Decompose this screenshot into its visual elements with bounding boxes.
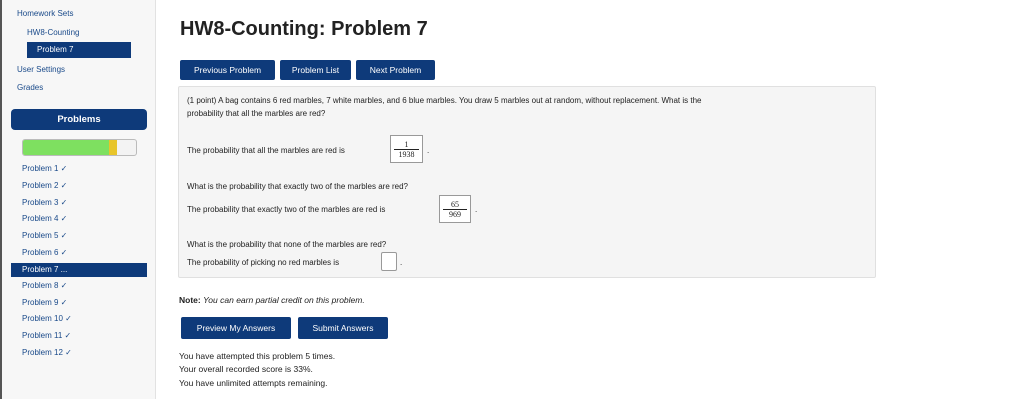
progress-bar [22, 139, 137, 156]
note-text: You can earn partial credit on this prob… [203, 295, 365, 305]
problems-header: Problems [11, 109, 147, 130]
user-settings-link[interactable]: User Settings [17, 65, 65, 74]
q2-question: What is the probability that exactly two… [187, 182, 408, 191]
problem-link-9[interactable]: Problem 9 ✓ [22, 298, 67, 307]
problem-link-2[interactable]: Problem 2 ✓ [22, 181, 67, 190]
q3-answer-input[interactable] [381, 252, 397, 271]
set-link-hw8-counting[interactable]: HW8-Counting [27, 28, 79, 37]
note: Note: You can earn partial credit on thi… [179, 295, 365, 305]
progress-bar-fill [23, 140, 117, 155]
nav-active-problem[interactable]: Problem 7 [27, 42, 131, 58]
q2-period: . [475, 205, 478, 214]
homework-sets-link[interactable]: Homework Sets [17, 9, 73, 18]
problem-box: (1 point) A bag contains 6 red marbles, … [178, 86, 876, 278]
q3-question: What is the probability that none of the… [187, 240, 387, 249]
previous-problem-button[interactable]: Previous Problem [180, 60, 275, 80]
page-title: HW8-Counting: Problem 7 [180, 18, 428, 40]
problem-link-7-current[interactable]: Problem 7 ... [11, 263, 147, 277]
preview-answers-button[interactable]: Preview My Answers [181, 317, 291, 339]
q1-denominator: 1938 [398, 150, 415, 159]
next-problem-button[interactable]: Next Problem [356, 60, 435, 80]
status-remaining: You have unlimited attempts remaining. [179, 378, 328, 388]
q1-answer-label: The probability that all the marbles are… [187, 146, 345, 155]
q2-denominator: 969 [449, 210, 461, 219]
q2-answer-label: The probability that exactly two of the … [187, 205, 386, 214]
problem-link-8[interactable]: Problem 8 ✓ [22, 281, 67, 290]
problem-intro-line1: (1 point) A bag contains 6 red marbles, … [187, 96, 702, 105]
problem-link-4[interactable]: Problem 4 ✓ [22, 214, 67, 223]
q2-numerator: 65 [451, 200, 459, 209]
status-attempts: You have attempted this problem 5 times. [179, 351, 336, 361]
problem-link-1[interactable]: Problem 1 ✓ [22, 164, 67, 173]
q3-answer-label: The probability of picking no red marble… [187, 258, 340, 267]
status-score: Your overall recorded score is 33%. [179, 364, 313, 374]
problem-link-3[interactable]: Problem 3 ✓ [22, 198, 67, 207]
sidebar: Homework Sets HW8-Counting Problem 7 Use… [0, 0, 156, 399]
problem-link-10[interactable]: Problem 10 ✓ [22, 314, 72, 323]
q2-answer-field[interactable]: 65 969 [439, 195, 471, 223]
submit-answers-button[interactable]: Submit Answers [298, 317, 388, 339]
q1-period: . [427, 146, 430, 155]
problem-list-button[interactable]: Problem List [280, 60, 351, 80]
q3-period: . [400, 258, 403, 267]
problem-intro-line2: probability that all the marbles are red… [187, 109, 326, 118]
problem-link-12[interactable]: Problem 12 ✓ [22, 348, 72, 357]
note-label: Note: [179, 295, 201, 305]
problem-link-11[interactable]: Problem 11 ✓ [22, 331, 71, 340]
grades-link[interactable]: Grades [17, 83, 43, 92]
problem-link-5[interactable]: Problem 5 ✓ [22, 231, 67, 240]
q1-numerator: 1 [404, 140, 409, 149]
q1-answer-field[interactable]: 1 1938 [390, 135, 423, 163]
problem-link-6[interactable]: Problem 6 ✓ [22, 248, 67, 257]
